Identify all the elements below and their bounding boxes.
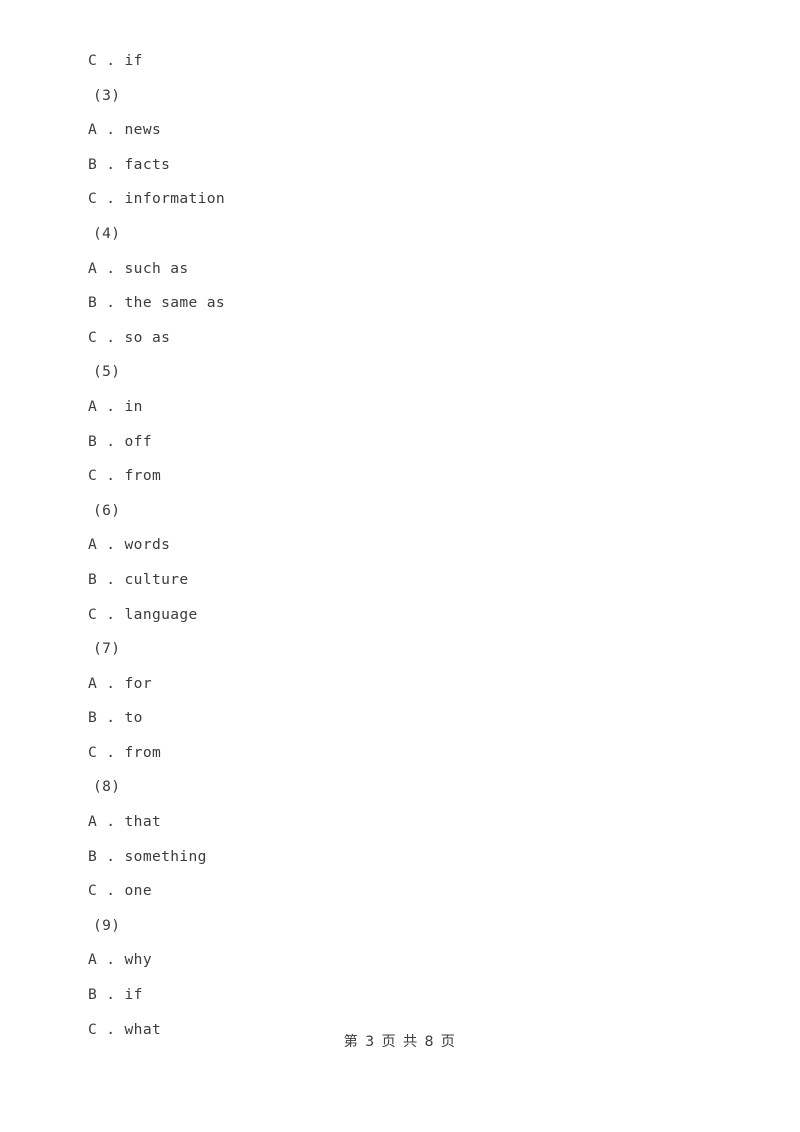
answer-option: A . in: [88, 397, 143, 415]
page-footer: 第 3 页 共 8 页: [343, 1034, 457, 1050]
document-page: C . if (3) A . news B . facts C . informatio…: [0, 0, 800, 1132]
question-number: (7): [93, 640, 121, 658]
answer-option: A . that: [88, 813, 162, 831]
question-number: (5): [93, 363, 121, 381]
question-number: (6): [93, 501, 121, 519]
question-number: (4): [93, 224, 121, 242]
answer-option: A . for: [88, 674, 152, 692]
question-options-list: C . if (3) A . news B . facts C . informatio…: [88, 44, 728, 1047]
answer-option: A . news: [88, 121, 162, 139]
answer-option: C . information: [88, 190, 226, 208]
answer-option: B . culture: [88, 570, 189, 588]
answer-option: C . if: [88, 52, 143, 69]
answer-option: A . words: [88, 536, 171, 554]
answer-option: A . such as: [88, 259, 189, 277]
answer-option: C . language: [88, 605, 198, 623]
answer-option: C . so as: [88, 328, 171, 346]
answer-option: B . to: [88, 709, 143, 727]
answer-option: B . the same as: [88, 294, 226, 312]
answer-option: A . why: [88, 951, 152, 969]
answer-option: C . from: [88, 743, 162, 761]
answer-option: C . from: [88, 467, 162, 485]
answer-option: B . if: [88, 986, 143, 1004]
question-number: (9): [93, 916, 121, 934]
answer-option: B . facts: [88, 155, 171, 173]
question-number: (3): [93, 86, 121, 104]
answer-option: C . one: [88, 882, 152, 900]
answer-option: B . something: [88, 847, 207, 865]
question-number: (8): [93, 778, 121, 796]
answer-option: B . off: [88, 432, 152, 450]
